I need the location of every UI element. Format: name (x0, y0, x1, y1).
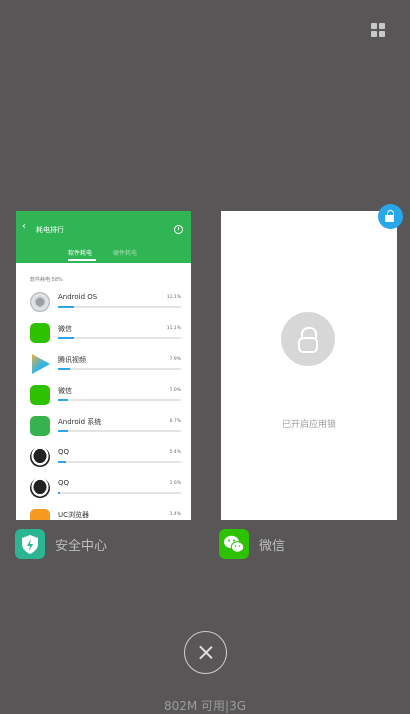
lock-badge-icon[interactable] (378, 204, 403, 229)
battery-usage-row[interactable]: 腾讯视频 7.9% (16, 350, 191, 381)
battery-usage-row[interactable]: Android 系统 6.7% (16, 412, 191, 443)
battery-usage-bar-fill (58, 492, 61, 494)
battery-usage-row[interactable]: Android OS 11.1% (16, 288, 191, 319)
tab-hardware-power: 硬件耗电 (113, 250, 138, 257)
battery-row-percent: 7.9% (169, 357, 181, 362)
battery-row-app-name: QQ (58, 479, 70, 487)
android-system-icon (30, 416, 50, 436)
battery-usage-bar (58, 461, 181, 463)
battery-usage-row[interactable]: 微信 11.1% (16, 319, 191, 350)
battery-usage-row[interactable]: 微信 7.0% (16, 381, 191, 412)
battery-usage-bar (58, 368, 181, 370)
battery-ranking-title: 耗电排行 (36, 226, 64, 234)
app-name-security-center: 安全中心 (55, 538, 108, 554)
memory-status: 802M 可用|3G (163, 699, 247, 713)
battery-usage-bar (58, 337, 181, 339)
battery-usage-bar (58, 492, 181, 494)
battery-row-percent: 11.1% (166, 295, 181, 300)
recent-app-card-security-center[interactable]: ‹ 耗电排行 软件耗电 硬件耗电 软件耗电:58% Android OS 11.1… (16, 211, 191, 520)
active-tab-indicator (68, 259, 96, 261)
padlock-icon (281, 312, 335, 366)
battery-row-percent: 11.1% (166, 326, 181, 331)
battery-usage-row[interactable]: QQ 5.4% (16, 443, 191, 474)
battery-row-percent: 5.4% (169, 450, 181, 455)
tencent-video-icon (32, 354, 50, 374)
battery-row-app-name: 微信 (58, 325, 72, 333)
wechat-icon (30, 385, 50, 405)
tab-software-power: 软件耗电 (68, 250, 93, 257)
app-lock-message: 已开启应用锁 (281, 420, 336, 430)
battery-row-app-name: Android OS (58, 293, 98, 301)
software-power-summary: 软件耗电:58% (30, 277, 63, 283)
battery-usage-row[interactable]: UC浏览器 1.4% (16, 505, 191, 520)
qq-icon (30, 447, 50, 467)
shield-icon (15, 529, 45, 559)
battery-usage-bar-fill (58, 430, 68, 432)
battery-usage-bar-fill (58, 306, 75, 308)
battery-row-percent: 6.7% (169, 419, 181, 424)
battery-usage-row[interactable]: QQ 1.6% (16, 474, 191, 505)
back-icon: ‹ (22, 221, 26, 232)
wechat-icon (219, 529, 249, 559)
clock-icon (174, 225, 183, 234)
battery-row-app-name: 微信 (58, 387, 72, 395)
recent-app-card-wechat[interactable]: 已开启应用锁 (221, 211, 397, 520)
battery-row-app-name: QQ (58, 448, 70, 456)
battery-usage-bar-fill (58, 461, 66, 463)
card-label-security-center: 安全中心 (15, 529, 107, 559)
battery-usage-bar (58, 430, 181, 432)
battery-usage-bar (58, 306, 181, 308)
android-os-icon (30, 292, 50, 312)
clear-all-button[interactable] (184, 631, 227, 674)
battery-row-percent: 1.6% (169, 481, 181, 486)
battery-row-percent: 1.4% (169, 512, 181, 517)
battery-row-app-name: Android 系统 (58, 418, 102, 426)
qq-icon (30, 478, 50, 498)
grid-menu-icon[interactable] (371, 23, 387, 39)
battery-usage-bar (58, 399, 181, 401)
card-label-wechat: 微信 (219, 529, 285, 559)
wechat-icon (30, 323, 50, 343)
battery-row-app-name: 腾讯视频 (58, 356, 86, 364)
battery-row-percent: 7.0% (169, 388, 181, 393)
battery-row-app-name: UC浏览器 (58, 511, 90, 519)
app-name-wechat: 微信 (259, 538, 286, 554)
battery-usage-bar-fill (58, 399, 69, 401)
uc-browser-icon (30, 509, 50, 520)
battery-ranking-header: ‹ 耗电排行 软件耗电 硬件耗电 (16, 211, 191, 263)
battery-usage-bar-fill (58, 337, 75, 339)
battery-usage-bar-fill (58, 368, 70, 370)
